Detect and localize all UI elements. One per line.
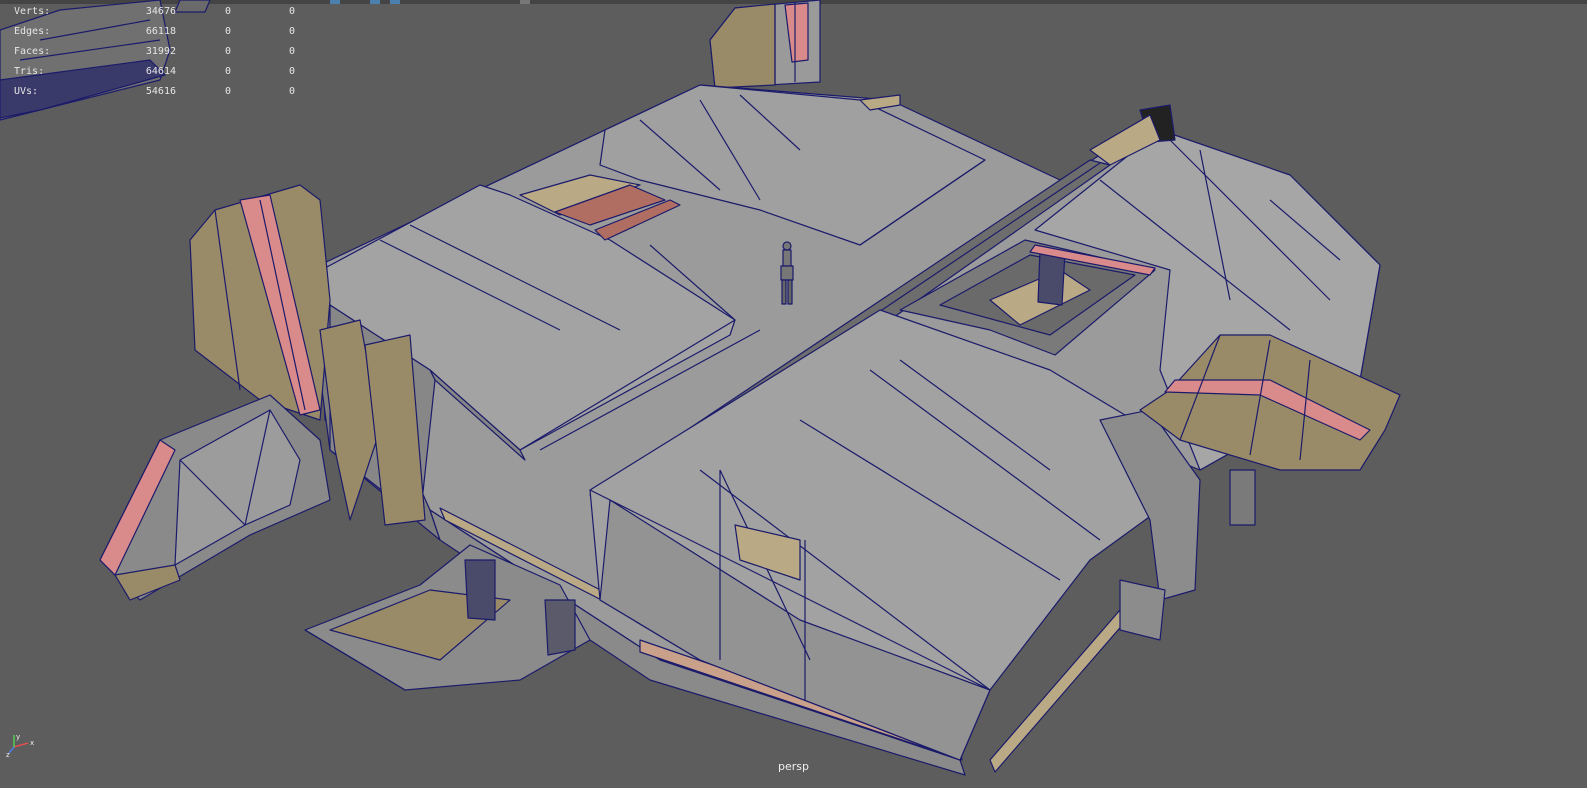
hud-stat-label: Faces: xyxy=(14,46,51,57)
axis-gizmo: x y z xyxy=(6,733,34,757)
hud-stat-label: Edges: xyxy=(14,26,51,37)
hud-stat-label: UVs: xyxy=(14,86,39,97)
hud-stat-value: 54616 xyxy=(145,86,176,97)
hud-row: UVs: 54616 0 0 xyxy=(8,82,295,102)
hud-row: Faces: 31992 0 0 xyxy=(8,42,295,62)
model-wireframe-scene[interactable] xyxy=(0,0,1587,788)
hud-stat-value: 0 xyxy=(288,26,295,37)
hud-stat-value: 66118 xyxy=(145,26,176,37)
axis-z-label: z xyxy=(6,751,10,757)
hud-row: Tris: 64614 0 0 xyxy=(8,62,295,82)
hud-stat-value: 0 xyxy=(224,46,231,57)
axis-x-label: x xyxy=(30,739,34,747)
hud-stat-value: 0 xyxy=(224,6,231,17)
hud-stat-value: 0 xyxy=(288,6,295,17)
hud-stat-value: 64614 xyxy=(145,66,176,77)
hud-stat-value: 31992 xyxy=(145,46,176,57)
hud-stat-value: 0 xyxy=(288,86,295,97)
hud-stat-value: 0 xyxy=(224,66,231,77)
hud-stat-label: Tris: xyxy=(14,66,45,77)
hud-row: Verts: 34676 0 0 xyxy=(8,2,295,22)
poly-count-hud: Verts: 34676 0 0 Edges: 66118 0 0 Faces: 31992 0 0 T… xyxy=(8,2,295,102)
hud-stat-label: Verts: xyxy=(14,6,51,17)
axis-y-label: y xyxy=(16,733,20,741)
left-ramp xyxy=(99,394,331,601)
hud-stat-value: 34676 xyxy=(145,6,176,17)
hud-stat-value: 0 xyxy=(224,26,231,37)
hud-row: Edges: 66118 0 0 xyxy=(8,22,295,42)
top-tower xyxy=(709,0,821,89)
camera-label: persp xyxy=(778,760,809,773)
hud-stat-value: 0 xyxy=(288,66,295,77)
persp-viewport[interactable]: Verts: 34676 0 0 Edges: 66118 0 0 Faces: 31992 0 0 T… xyxy=(0,0,1587,788)
hud-stat-value: 0 xyxy=(288,46,295,57)
hud-stat-value: 0 xyxy=(224,86,231,97)
